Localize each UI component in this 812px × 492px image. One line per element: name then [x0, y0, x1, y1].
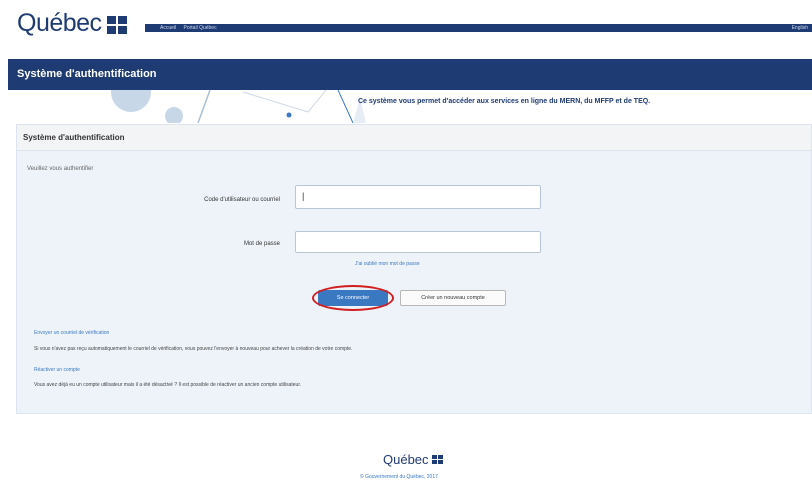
home-link[interactable]: Accueil: [160, 25, 176, 31]
intro-text: Veuillez vous authentifier: [27, 166, 94, 172]
resend-verification-text: Si vous n'avez pas reçu automatiquement …: [34, 346, 353, 352]
password-input[interactable]: [295, 231, 541, 253]
top-header: Québec: [0, 0, 812, 44]
footer-flag-icon: [431, 455, 443, 464]
username-input[interactable]: |: [295, 185, 541, 209]
government-nav-bar: [145, 24, 812, 32]
forgot-password-link[interactable]: J'ai oublié mon mot de passe: [355, 261, 420, 267]
panel-header: Système d'authentification: [17, 125, 811, 151]
copyright-link[interactable]: © Gouvernement du Québec, 2017: [360, 474, 438, 480]
username-label: Code d'utilisateur ou courriel: [204, 197, 280, 203]
username-value: |: [302, 191, 305, 201]
create-account-button[interactable]: Créer un nouveau compte: [400, 290, 506, 306]
login-button[interactable]: Se connecter: [318, 290, 388, 306]
language-link[interactable]: English: [792, 24, 808, 32]
resend-verification-link[interactable]: Envoyer un courriel de vérification: [34, 330, 109, 336]
logo-text: Québec: [17, 9, 102, 37]
password-label: Mot de passe: [243, 241, 280, 247]
portal-link[interactable]: Portail Québec: [184, 25, 217, 31]
network-decoration-icon: [111, 90, 366, 123]
hero-description: Ce système vous permet d'accéder aux ser…: [358, 98, 651, 105]
footer-logo[interactable]: Québec: [383, 452, 443, 467]
hero-graphic: Ce système vous permet d'accéder aux ser…: [8, 90, 812, 123]
reactivate-account-text: Vous avez déjà eu un compte utilisateur …: [34, 382, 302, 388]
government-links: Accueil Portail Québec: [160, 24, 223, 32]
authentication-panel: Système d'authentification: [16, 124, 812, 414]
quebec-logo[interactable]: Québec: [17, 9, 127, 38]
page-banner: Système d'authentification: [8, 59, 812, 90]
footer-logo-text: Québec: [383, 452, 429, 467]
panel-title: Système d'authentification: [23, 133, 125, 142]
reactivate-account-link[interactable]: Réactiver un compte: [34, 367, 80, 373]
fleur-de-lys-flag-icon: [106, 16, 127, 34]
banner-title: Système d'authentification: [17, 68, 157, 80]
